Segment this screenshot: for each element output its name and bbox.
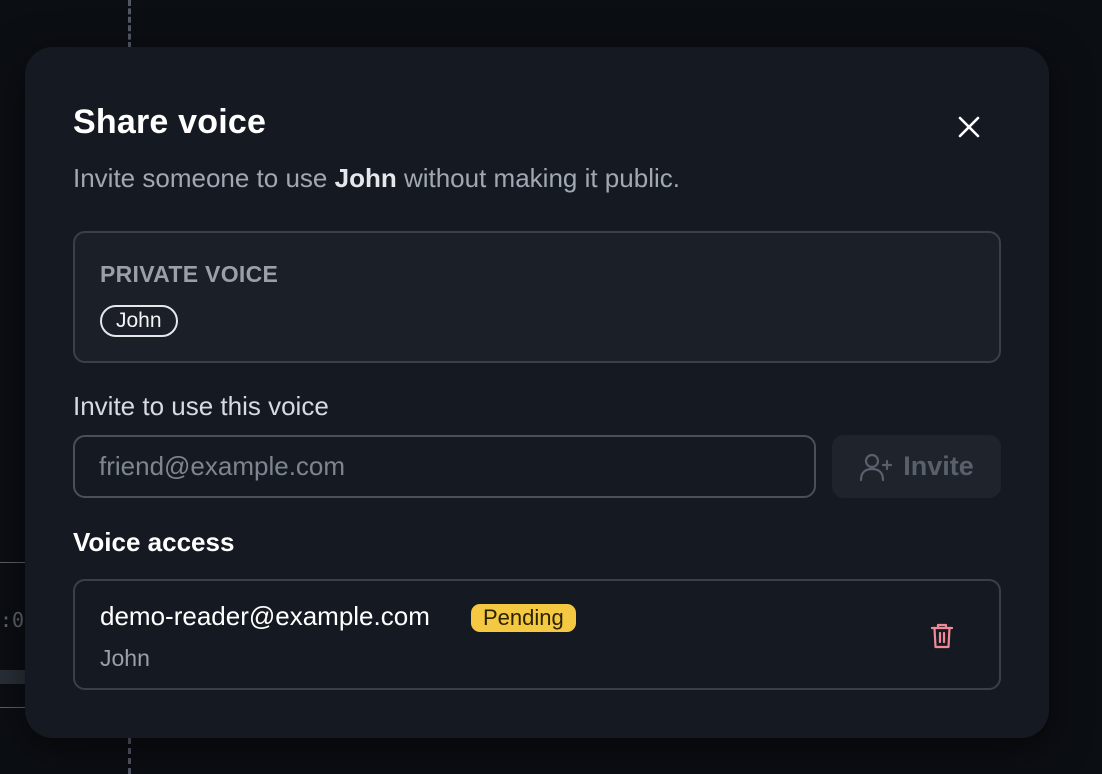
dialog-subtitle: Invite someone to use John without makin… <box>73 163 680 194</box>
invite-email-input[interactable] <box>73 435 816 498</box>
close-icon <box>958 116 980 138</box>
background-divider <box>0 707 26 708</box>
trash-icon <box>930 623 954 649</box>
close-button[interactable] <box>951 109 987 145</box>
voice-name-chip: John <box>100 305 178 337</box>
access-entry-email: demo-reader@example.com <box>100 601 430 631</box>
share-voice-dialog: Share voice Invite someone to use John w… <box>25 47 1049 738</box>
private-voice-label: PRIVATE VOICE <box>100 261 279 287</box>
status-badge: Pending <box>471 604 576 632</box>
background-bar <box>0 670 26 684</box>
voice-access-heading: Voice access <box>73 527 235 557</box>
background-dashed-line <box>128 738 131 774</box>
invite-label: Invite to use this voice <box>73 391 329 421</box>
access-entry-voice: John <box>100 645 150 671</box>
private-voice-card: PRIVATE VOICE John <box>73 231 1001 363</box>
background-divider <box>0 562 26 563</box>
background-text: :0 <box>0 608 25 632</box>
invite-button-label: Invite <box>903 451 974 481</box>
access-entry: demo-reader@example.com Pending John <box>73 579 1001 690</box>
delete-access-button[interactable] <box>927 619 957 653</box>
background-dashed-line <box>128 0 131 48</box>
subtitle-suffix: without making it public. <box>396 163 680 193</box>
subtitle-voice-name: John <box>334 163 397 193</box>
invite-button[interactable]: Invite <box>832 435 1001 498</box>
user-plus-icon <box>860 453 893 481</box>
subtitle-prefix: Invite someone to use <box>73 163 335 193</box>
dialog-title: Share voice <box>73 103 267 141</box>
